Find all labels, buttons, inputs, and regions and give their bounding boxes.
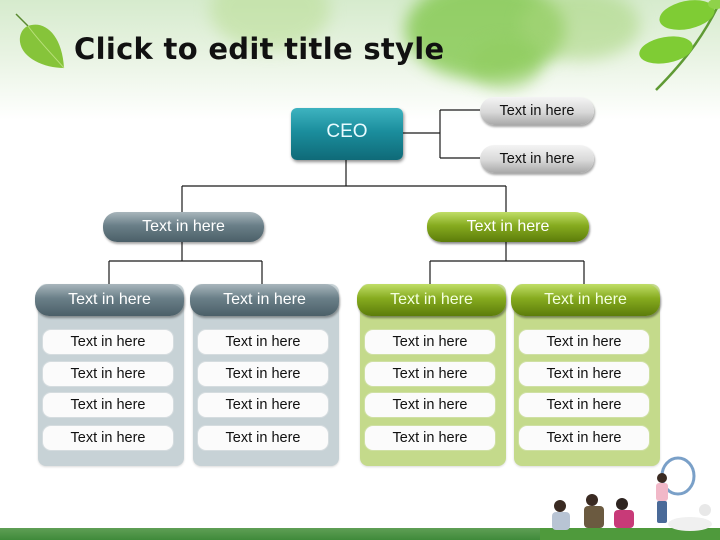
column-item[interactable]: Text in here [364,392,496,418]
family-on-grass-photo [540,456,720,540]
column-item[interactable]: Text in here [42,425,174,451]
column-item[interactable]: Text in here [197,425,329,451]
column-item[interactable]: Text in here [364,425,496,451]
side-node[interactable]: Text in here [480,145,594,173]
column-item[interactable]: Text in here [197,329,329,355]
column-item[interactable]: Text in here [42,392,174,418]
column-item[interactable]: Text in here [518,361,650,387]
column-item[interactable]: Text in here [197,361,329,387]
column-panel: Text in here Text in here Text in here T… [511,284,660,466]
column-panel: Text in here Text in here Text in here T… [357,284,506,466]
column-item[interactable]: Text in here [42,361,174,387]
column-header[interactable]: Text in here [511,284,660,316]
column-item[interactable]: Text in here [42,329,174,355]
ceo-node[interactable]: CEO [291,108,403,160]
column-header[interactable]: Text in here [190,284,339,316]
level2-node-right[interactable]: Text in here [427,212,589,242]
column-item[interactable]: Text in here [364,361,496,387]
level2-node-left[interactable]: Text in here [103,212,264,242]
column-header[interactable]: Text in here [35,284,184,316]
column-item[interactable]: Text in here [197,392,329,418]
column-header[interactable]: Text in here [357,284,506,316]
column-item[interactable]: Text in here [364,329,496,355]
column-panel: Text in here Text in here Text in here T… [190,284,339,466]
column-panel: Text in here Text in here Text in here T… [35,284,184,466]
side-node[interactable]: Text in here [480,97,594,125]
column-item[interactable]: Text in here [518,329,650,355]
column-item[interactable]: Text in here [518,392,650,418]
